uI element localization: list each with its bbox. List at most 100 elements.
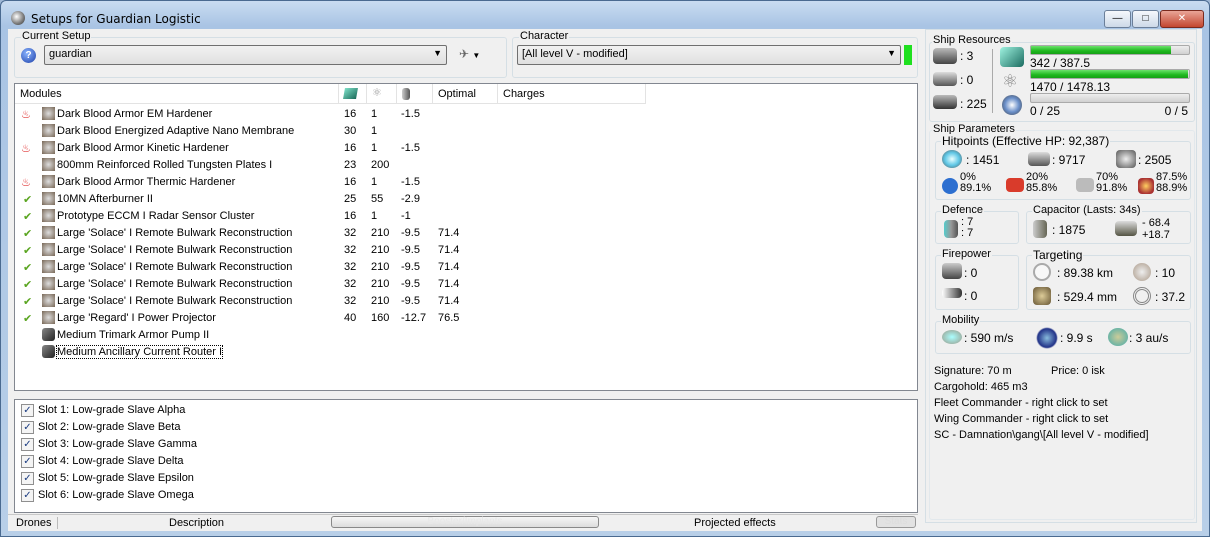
active-check-icon[interactable]: ✔	[23, 312, 32, 325]
help-icon[interactable]: ?	[21, 48, 36, 63]
warp-speed-icon	[1108, 328, 1128, 346]
module-row[interactable]: Medium Ancillary Current Router I	[15, 344, 917, 361]
module-row[interactable]: Medium Trimark Armor Pump II	[15, 327, 917, 344]
module-row[interactable]: ✔ Prototype ECCM I Radar Sensor Cluster 16…	[15, 208, 917, 225]
column-header-modules[interactable]: Modules	[15, 84, 339, 104]
module-capacitor: -1.5	[401, 108, 420, 120]
overheat-icon[interactable]: ♨	[21, 142, 31, 155]
active-check-icon[interactable]: ✔	[23, 278, 32, 291]
column-header-cpu[interactable]	[339, 84, 367, 104]
module-row[interactable]: ✔ Large 'Solace' I Remote Bulwark Reconst…	[15, 293, 917, 310]
active-check-icon[interactable]: ✔	[23, 210, 32, 223]
tab-description[interactable]: Description	[169, 517, 224, 529]
setup-select[interactable]: guardian ▼	[44, 45, 447, 65]
capacitor-group: Capacitor (Lasts: 34s) : 1875 - 68.4 +18.…	[1026, 204, 1191, 244]
structure-icon	[1116, 150, 1136, 168]
close-button[interactable]: ✕	[1160, 10, 1204, 28]
module-capacitor: -12.7	[401, 312, 427, 324]
module-cpu: 16	[344, 210, 357, 222]
module-icon	[42, 243, 55, 256]
active-check-icon[interactable]: ✔	[23, 261, 32, 274]
module-icon	[42, 345, 55, 358]
implant-row[interactable]: ✓ Slot 5: Low-grade Slave Epsilon	[15, 470, 917, 487]
cargohold: Cargohold: 465 m3	[934, 381, 1028, 393]
drone-bandwidth-value: 0 / 5	[1164, 104, 1188, 118]
active-check-icon[interactable]: ✔	[23, 244, 32, 257]
ship-menu-button[interactable]: ✈ ▼	[459, 47, 493, 63]
implant-row[interactable]: ✓ Slot 4: Low-grade Slave Delta	[15, 453, 917, 470]
column-header-capacitor[interactable]	[397, 84, 433, 104]
overheat-icon[interactable]: ♨	[21, 176, 31, 189]
overheat-icon[interactable]: ♨	[21, 108, 31, 121]
powergrid-icon: ⚛	[1002, 71, 1019, 91]
shield-hp: : 1451	[966, 153, 1000, 167]
module-row[interactable]: ✔ Large 'Solace' I Remote Bulwark Reconst…	[15, 259, 917, 276]
volley-icon	[942, 288, 962, 298]
implant-label: Slot 2: Low-grade Slave Beta	[38, 421, 181, 433]
defence-values: : 7: 7	[961, 216, 974, 239]
active-check-icon[interactable]: ✔	[23, 193, 32, 206]
module-cpu: 16	[344, 142, 357, 154]
column-header-optimal[interactable]: Optimal	[433, 84, 498, 104]
minimize-button[interactable]: —	[1104, 10, 1131, 28]
speed-icon	[942, 330, 962, 344]
implant-checkbox[interactable]: ✓	[21, 438, 34, 451]
implant-checkbox[interactable]: ✓	[21, 472, 34, 485]
implant-checkbox[interactable]: ✓	[21, 404, 34, 417]
module-icon	[42, 226, 55, 239]
active-check-icon[interactable]: ✔	[23, 227, 32, 240]
module-row[interactable]: ♨ Dark Blood Armor EM Hardener 16 1 -1.5	[15, 106, 917, 123]
targeting-group: Targeting : 89.38 km : 10 : 529.4 mm : 3…	[1026, 248, 1191, 310]
column-header-powergrid[interactable]: ⚛	[367, 84, 397, 104]
implant-checkbox[interactable]: ✓	[21, 421, 34, 434]
squad-commander[interactable]: SC - Damnation\gang\[All level V - modif…	[934, 429, 1149, 441]
column-header-charges[interactable]: Charges	[498, 84, 646, 104]
cpu-value: 342 / 387.5	[1030, 56, 1091, 70]
module-row[interactable]: ♨ Dark Blood Armor Kinetic Hardener 16 1 -1.…	[15, 140, 917, 157]
modules-list[interactable]: Modules ⚛ Optimal Charges ♨ Dark Blood Ar…	[14, 83, 918, 391]
module-row[interactable]: 800mm Reinforced Rolled Tungsten Plates …	[15, 157, 917, 174]
implant-row[interactable]: ✓ Slot 1: Low-grade Slave Alpha	[15, 402, 917, 419]
active-check-icon[interactable]: ✔	[23, 295, 32, 308]
character-select[interactable]: [All level V - modified] ▼	[517, 45, 901, 65]
stats-panel: Ship Resources : 3 : 0 : 225 342 / 387.5…	[925, 29, 1197, 523]
kinetic-resist: 70% 91.8%	[1096, 171, 1128, 194]
module-row[interactable]: ✔ Large 'Solace' I Remote Bulwark Reconst…	[15, 225, 917, 242]
character-group: Character [All level V - modified] ▼	[512, 30, 918, 78]
implant-row[interactable]: ✓ Slot 3: Low-grade Slave Gamma	[15, 436, 917, 453]
module-optimal: 71.4	[438, 278, 460, 290]
ship-parameters-group: Ship Parameters Hitpoints (Effective HP:…	[929, 123, 1195, 520]
module-row[interactable]: ✔ Large 'Solace' I Remote Bulwark Reconst…	[15, 276, 917, 293]
character-status-indicator	[904, 45, 912, 65]
module-name: Medium Ancillary Current Router I	[55, 345, 224, 359]
tab-drones[interactable]: Drones	[16, 517, 59, 529]
module-powergrid: 210	[371, 278, 390, 290]
implant-row[interactable]: ✓ Slot 2: Low-grade Slave Beta	[15, 419, 917, 436]
module-powergrid: 1	[371, 142, 378, 154]
implants-list[interactable]: ✓ Slot 1: Low-grade Slave Alpha ✓ Slot 2: L…	[14, 399, 918, 513]
cpu-bar	[1030, 45, 1190, 55]
implant-label: Slot 4: Low-grade Slave Delta	[38, 455, 184, 467]
tab-projected-effects[interactable]: Projected effects	[694, 517, 776, 529]
module-row[interactable]: ♨ Dark Blood Armor Thermic Hardener 16 1 -1.…	[15, 174, 917, 191]
module-name: Dark Blood Armor Kinetic Hardener	[57, 142, 229, 154]
tab-booster-implants[interactable]: Booster/Implants	[331, 516, 599, 528]
module-icon	[42, 209, 55, 222]
implant-checkbox[interactable]: ✓	[21, 489, 34, 502]
wing-commander[interactable]: Wing Commander - right click to set	[934, 413, 1108, 425]
module-row[interactable]: ✔ Large 'Solace' I Remote Bulwark Reconst…	[15, 242, 917, 259]
module-row[interactable]: Dark Blood Energized Adaptive Nano Membr…	[15, 123, 917, 140]
implant-checkbox[interactable]: ✓	[21, 455, 34, 468]
fleet-commander[interactable]: Fleet Commander - right click to set	[934, 397, 1108, 409]
max-targets-icon	[1133, 263, 1151, 281]
firepower-group: Firepower : 0 : 0	[935, 248, 1019, 310]
maximize-button[interactable]: □	[1132, 10, 1159, 28]
turret-slots: : 3	[960, 49, 974, 63]
module-row[interactable]: ✔ Large 'Regard' I Power Projector 40 160 -1…	[15, 310, 917, 327]
implant-row[interactable]: ✓ Slot 6: Low-grade Slave Omega	[15, 487, 917, 504]
capacitor-label: Capacitor (Lasts: 34s)	[1032, 204, 1142, 216]
calibration-value: : 225	[960, 97, 987, 111]
thermal-resist: 20% 85.8%	[1026, 171, 1058, 194]
tab-stats[interactable]: Stats	[876, 516, 916, 528]
module-row[interactable]: ✔ 10MN Afterburner II 25 55 -2.9	[15, 191, 917, 208]
